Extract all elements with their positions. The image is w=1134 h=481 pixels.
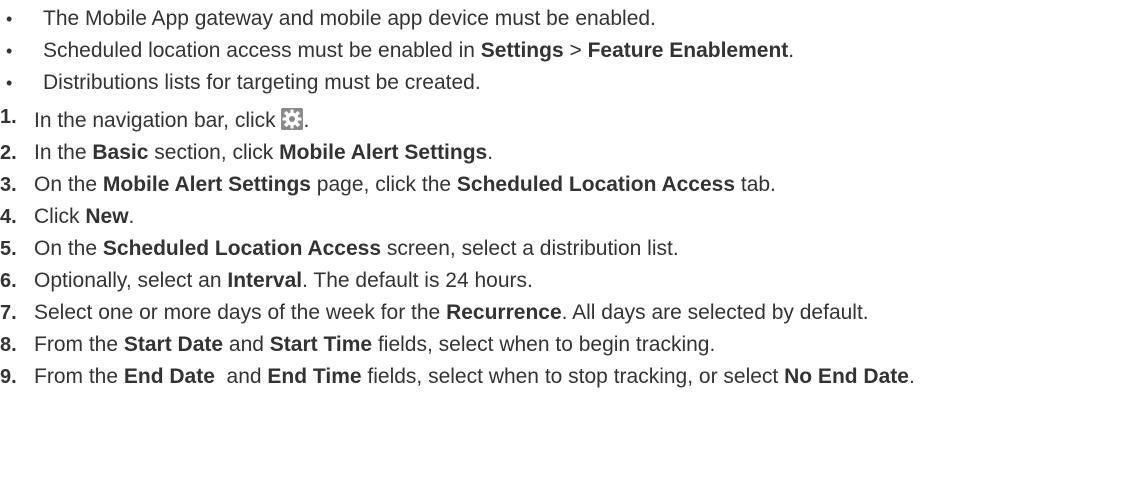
text-run: . xyxy=(128,205,135,228)
ui-term: Basic xyxy=(92,141,149,164)
step-text: Click New. xyxy=(34,202,134,232)
text-run: . xyxy=(788,39,795,62)
step-text: Optionally, select an Interval. The defa… xyxy=(34,266,533,296)
text-run: fields, select when to begin tracking. xyxy=(372,333,716,356)
step-text: In the Basic section, click Mobile Alert… xyxy=(34,138,493,168)
ui-term: Mobile Alert Settings xyxy=(279,141,488,164)
text-run: On the xyxy=(34,237,103,260)
text-run: Optionally, select an xyxy=(34,269,228,292)
ui-term: Settings xyxy=(480,39,564,62)
step-number: 5. xyxy=(0,238,17,260)
bullet-marker: • xyxy=(6,41,13,61)
prerequisite-text: The Mobile App gateway and mobile app de… xyxy=(43,4,656,34)
step-number: 4. xyxy=(0,206,17,228)
step-number: 2. xyxy=(0,142,17,164)
text-run: and xyxy=(223,333,270,356)
ui-term: Interval xyxy=(227,269,303,292)
document: • The Mobile App gateway and mobile app … xyxy=(0,0,1134,481)
step-text: Select one or more days of the week for … xyxy=(34,298,869,328)
step-number: 6. xyxy=(0,270,17,292)
bullet-marker: • xyxy=(6,9,13,29)
step-number: 9. xyxy=(0,366,17,388)
step-number: 7. xyxy=(0,302,17,324)
step-text: In the navigation bar, click . xyxy=(34,106,309,136)
text-run: and xyxy=(214,365,268,388)
step-number: 8. xyxy=(0,334,17,356)
text-run: . xyxy=(303,109,310,132)
step-text: From the End Date and End Time fields, s… xyxy=(34,362,915,392)
step-text: On the Scheduled Location Access screen,… xyxy=(34,234,679,264)
ui-term: End Date xyxy=(123,365,215,388)
bullet-marker: • xyxy=(6,73,13,93)
step-number: 3. xyxy=(0,174,17,196)
ui-term: No End Date xyxy=(784,365,909,388)
ui-term: Start Time xyxy=(269,333,373,356)
text-run: screen, select a distribution list. xyxy=(381,237,679,260)
ui-term: Scheduled Location Access xyxy=(456,173,736,196)
ui-term: New xyxy=(85,205,129,228)
ui-term: Feature Enablement xyxy=(587,39,789,62)
ui-term: Scheduled Location Access xyxy=(102,237,382,260)
text-run: Scheduled location access must be enable… xyxy=(43,39,481,62)
prerequisite-text: Distributions lists for targeting must b… xyxy=(43,68,481,98)
text-run: tab. xyxy=(735,173,776,196)
text-run: Distributions lists for targeting must b… xyxy=(43,71,481,94)
text-run: section, click xyxy=(148,141,280,164)
ui-term: Start Date xyxy=(123,333,224,356)
text-run: page, click the xyxy=(310,173,457,196)
text-run: . xyxy=(908,365,915,388)
text-run: > xyxy=(563,39,588,62)
text-run: In the xyxy=(34,141,93,164)
ui-term: Mobile Alert Settings xyxy=(102,173,311,196)
step-text: From the Start Date and Start Time field… xyxy=(34,330,715,360)
text-run: In the navigation bar, click xyxy=(34,109,282,132)
prerequisite-text: Scheduled location access must be enable… xyxy=(43,36,794,66)
text-run: From the xyxy=(34,333,124,356)
text-run: . The default is 24 hours. xyxy=(302,269,533,292)
text-run: Click xyxy=(34,205,86,228)
step-number: 1. xyxy=(0,106,17,128)
text-run: From the xyxy=(34,365,124,388)
gear-icon xyxy=(281,108,304,130)
text-run: On the xyxy=(34,173,103,196)
step-text: On the Mobile Alert Settings page, click… xyxy=(34,170,776,200)
text-run: . xyxy=(487,141,494,164)
text-run: The Mobile App gateway and mobile app de… xyxy=(43,7,656,30)
ui-term: Recurrence xyxy=(446,301,562,324)
text-run: Select one or more days of the week for … xyxy=(34,301,447,324)
text-run: fields, select when to stop tracking, or… xyxy=(361,365,785,388)
ui-term: End Time xyxy=(267,365,362,388)
text-run: . All days are selected by default. xyxy=(561,301,869,324)
